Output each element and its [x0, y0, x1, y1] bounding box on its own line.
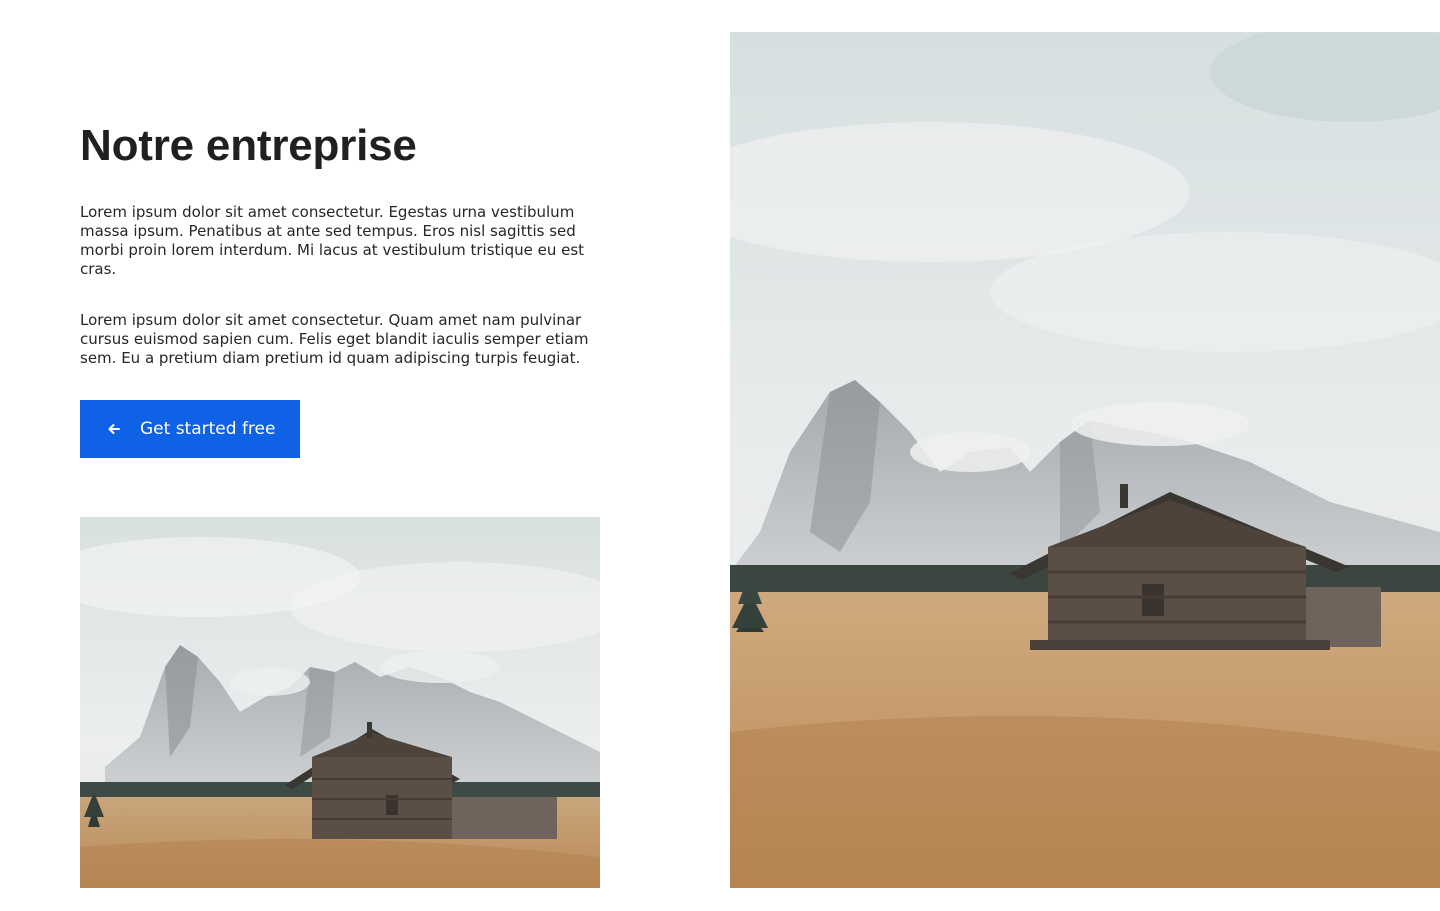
- landscape-cabin-photo-small: [80, 517, 600, 888]
- detail-paragraph: Lorem ipsum dolor sit amet consectetur. …: [80, 311, 589, 367]
- page-title: Notre entreprise: [80, 121, 417, 170]
- intro-paragraph: Lorem ipsum dolor sit amet consectetur. …: [80, 203, 585, 278]
- landscape-cabin-photo-large: [730, 32, 1440, 888]
- get-started-label: Get started free: [140, 419, 276, 439]
- get-started-button[interactable]: Get started free: [80, 400, 300, 458]
- arrow-left-icon: [106, 421, 122, 437]
